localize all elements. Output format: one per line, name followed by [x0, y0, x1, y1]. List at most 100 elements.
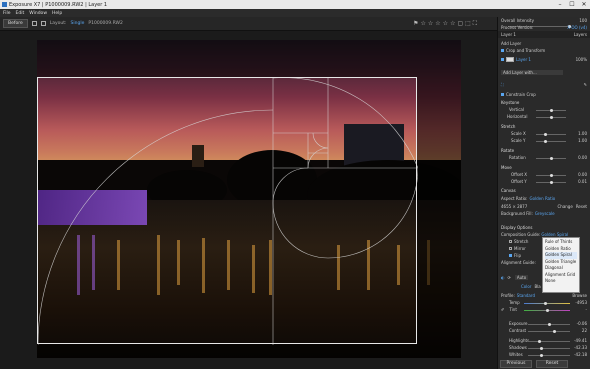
mirror-checkbox[interactable] — [509, 247, 512, 250]
brush-icon[interactable]: ✎ — [584, 82, 587, 87]
star-icon[interactable]: ☆ — [443, 20, 448, 28]
shadows-label: Shadows — [509, 345, 527, 350]
rotation-slider[interactable] — [536, 157, 566, 160]
bg-fill-select[interactable]: Greyscale — [535, 211, 555, 216]
crop-mask — [417, 77, 461, 344]
flip-checkbox[interactable] — [509, 254, 512, 257]
menu-file[interactable]: File — [3, 11, 11, 16]
highlights-slider[interactable] — [528, 340, 570, 343]
rotation-label: Rotation — [509, 155, 526, 160]
shadows-value[interactable]: -42.33 — [574, 345, 587, 350]
color-tab[interactable]: Color — [521, 284, 531, 289]
process-version-select[interactable]: X-OO (v4) — [567, 25, 587, 30]
temp-value[interactable]: -4953 — [575, 300, 587, 305]
menu-edit[interactable]: Edit — [16, 11, 25, 16]
aspect-ratio-label: Aspect Ratio: — [501, 196, 528, 201]
temp-label: Temp — [509, 300, 520, 305]
whites-slider[interactable] — [528, 354, 570, 357]
overall-intensity-value[interactable]: 100 — [579, 18, 587, 23]
star-icon[interactable]: ☆ — [435, 20, 440, 28]
shadows-slider[interactable] — [528, 347, 570, 350]
wb-icon[interactable]: ◐ — [501, 275, 505, 280]
exposure-slider[interactable] — [528, 323, 570, 326]
refresh-icon[interactable]: ⟳ — [508, 275, 511, 280]
layer-thumbnail — [506, 57, 514, 62]
change-button[interactable]: Change — [557, 204, 572, 209]
stretch-checkbox[interactable] — [509, 240, 512, 243]
eyedropper-icon[interactable]: ✐ — [501, 307, 504, 312]
offset-y-value[interactable]: 0.01 — [578, 179, 587, 184]
add-layer-with-select[interactable]: Add Layer with... — [501, 70, 563, 75]
reset-canvas-button[interactable]: Reset — [576, 204, 587, 209]
scale-y-value[interactable]: 1.00 — [578, 138, 587, 143]
add-layer-label[interactable]: Add Layer — [501, 41, 521, 46]
crop-frame[interactable] — [37, 77, 418, 345]
flag-icon[interactable]: ⚑ — [413, 20, 418, 28]
exposure-label: Exposure — [509, 321, 528, 326]
layers-header[interactable]: Layers — [574, 32, 587, 37]
contrast-slider[interactable] — [528, 330, 570, 333]
rating-stars[interactable]: ⚑ ☆ ☆ ☆ ☆ ☆ ▢ ⬚ ⛶ — [413, 20, 477, 28]
profile-select[interactable]: Standard — [517, 293, 535, 298]
select-icon[interactable]: ⬚ — [465, 20, 471, 28]
visibility-icon[interactable] — [501, 49, 504, 52]
scale-x-value[interactable]: 1.00 — [578, 131, 587, 136]
before-button[interactable]: Before — [3, 19, 28, 28]
scale-x-slider[interactable] — [536, 133, 566, 136]
previous-button[interactable]: Previous — [500, 360, 532, 368]
browse-button[interactable]: Browse — [572, 293, 587, 298]
horizontal-slider[interactable] — [536, 116, 566, 119]
layer1-name[interactable]: Layer 1 — [516, 57, 531, 62]
temp-slider[interactable] — [524, 302, 570, 305]
vertical-slider[interactable] — [536, 109, 566, 112]
tint-slider[interactable] — [524, 309, 570, 312]
crop-layer[interactable]: Crop and Transform — [506, 48, 545, 53]
whites-label: Whites — [509, 352, 523, 357]
minimize-button[interactable]: – — [554, 1, 566, 8]
toolbar: Before Layout: Single P1000009.RW2 ⚑ ☆ ☆… — [0, 17, 497, 31]
star-icon[interactable]: ☆ — [450, 20, 455, 28]
layer1-opacity[interactable]: 100% — [576, 57, 587, 62]
auto-button[interactable]: Auto — [514, 275, 529, 280]
layout-select[interactable]: Single — [71, 21, 85, 26]
rotation-value[interactable]: 0.00 — [578, 155, 587, 160]
stretch-header: Stretch — [501, 124, 516, 129]
visibility-icon[interactable] — [501, 58, 504, 61]
close-button[interactable]: ✕ — [578, 1, 590, 8]
dropdown-option[interactable]: Rule of Thirds — [545, 239, 577, 246]
contrast-value[interactable]: 22 — [582, 328, 587, 333]
dropdown-option[interactable]: None — [545, 278, 577, 285]
offset-x-slider[interactable] — [536, 174, 566, 177]
aspect-ratio-select[interactable]: Golden Ratio — [529, 196, 555, 201]
maximize-button[interactable]: ☐ — [566, 1, 578, 8]
split-view-icon[interactable] — [40, 21, 46, 26]
crop-tool-icon[interactable]: ⛶ — [501, 82, 504, 87]
reset-button[interactable]: Reset — [536, 360, 568, 368]
layout-label: Layout: — [49, 21, 67, 26]
fullscreen-icon[interactable]: ⛶ — [473, 20, 477, 28]
scale-y-slider[interactable] — [536, 140, 566, 143]
image-canvas[interactable] — [0, 31, 497, 369]
menu-window[interactable]: Window — [29, 11, 47, 16]
bw-tab[interactable]: Bla — [534, 284, 540, 289]
star-icon[interactable]: ☆ — [421, 20, 426, 28]
constrain-crop-checkbox[interactable] — [501, 93, 504, 96]
highlights-value[interactable]: -49.41 — [574, 338, 587, 343]
offset-y-label: Offset Y — [511, 179, 527, 184]
color-label-icon[interactable]: ▢ — [457, 20, 463, 28]
move-header: Move — [501, 165, 512, 170]
single-view-icon[interactable] — [31, 21, 37, 26]
crop-mask — [37, 344, 461, 358]
filename: P1000009.RW2 — [88, 21, 123, 26]
display-options-header[interactable]: Display Options — [501, 225, 532, 230]
exposure-value[interactable]: -0.06 — [577, 321, 587, 326]
profile-label: Profile: — [501, 293, 515, 298]
star-icon[interactable]: ☆ — [428, 20, 433, 28]
offset-x-value[interactable]: 0.00 — [578, 172, 587, 177]
offset-y-slider[interactable] — [536, 181, 566, 184]
alignment-guide-label: Alignment Guide: — [501, 260, 536, 265]
composition-guide-dropdown[interactable]: Rule of Thirds Golden Ratio Golden Spira… — [542, 237, 580, 293]
whites-value[interactable]: -42.18 — [574, 352, 587, 357]
menu-help[interactable]: Help — [52, 11, 62, 16]
tint-value[interactable]: - — [586, 307, 587, 312]
